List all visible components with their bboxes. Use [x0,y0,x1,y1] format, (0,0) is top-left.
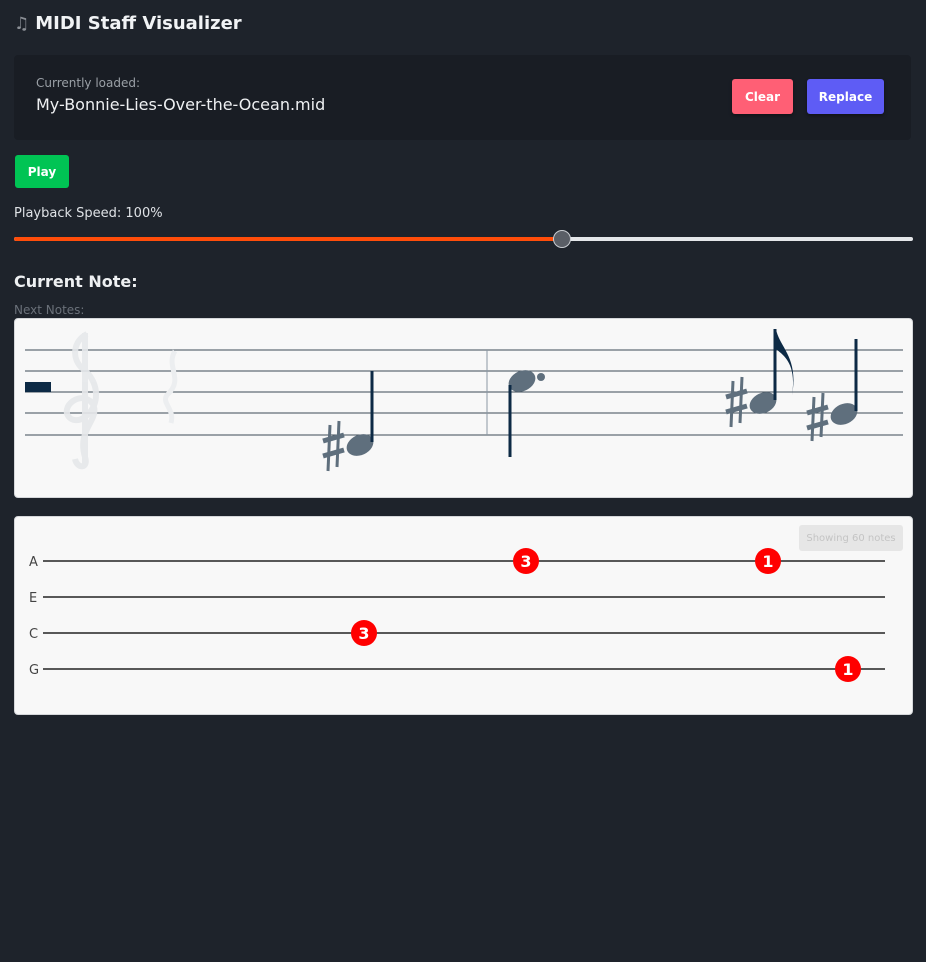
sharp-icon [725,376,748,428]
app-title-text: MIDI Staff Visualizer [35,13,242,34]
music-notes-icon: ♫ [14,13,30,34]
fret-marker: 3 [513,548,539,574]
string-label-e: E [29,591,37,606]
play-button[interactable]: Play [15,155,69,188]
staff-notation [25,329,903,472]
clear-button[interactable]: Clear [732,79,793,114]
app-title: ♫ MIDI Staff Visualizer [14,13,242,34]
fret-number: 1 [762,552,773,571]
playback-speed-slider[interactable] [14,229,913,249]
staff-lines [25,349,903,436]
sharp-icon [806,392,829,442]
fret-marker: 1 [835,656,861,682]
current-note-label: Current Note: [14,272,138,291]
rest-symbol-icon [163,349,178,424]
treble-clef-icon [63,331,100,470]
tablature: A E C G 3 1 3 1 [29,548,885,682]
sharp-icon [322,420,345,472]
slider-thumb[interactable] [553,230,572,248]
loaded-file-card: Currently loaded: My-Bonnie-Lies-Over-th… [14,55,911,140]
next-notes-label: Next Notes: [14,303,85,317]
slider-fill [14,237,563,241]
loaded-file-caption: Currently loaded: [36,76,141,90]
playback-speed-label: Playback Speed: 100% [14,206,163,221]
fret-marker: 3 [351,620,377,646]
whole-rest-mark [25,382,51,392]
notes-count-badge: Showing 60 notes [799,525,903,551]
fret-marker: 1 [755,548,781,574]
staff-panel [14,318,913,498]
loaded-file-name: My-Bonnie-Lies-Over-the-Ocean.mid [36,95,326,114]
string-label-c: C [29,627,38,642]
string-label-a: A [29,555,38,570]
tablature-panel: Showing 60 notes A E C G 3 1 3 1 [14,516,913,715]
fret-number: 3 [520,552,531,571]
replace-button[interactable]: Replace [807,79,884,114]
fret-number: 3 [358,624,369,643]
dot-mark [537,373,545,381]
string-label-g: G [29,663,39,678]
fret-number: 1 [842,660,853,679]
note-flag [776,329,794,395]
